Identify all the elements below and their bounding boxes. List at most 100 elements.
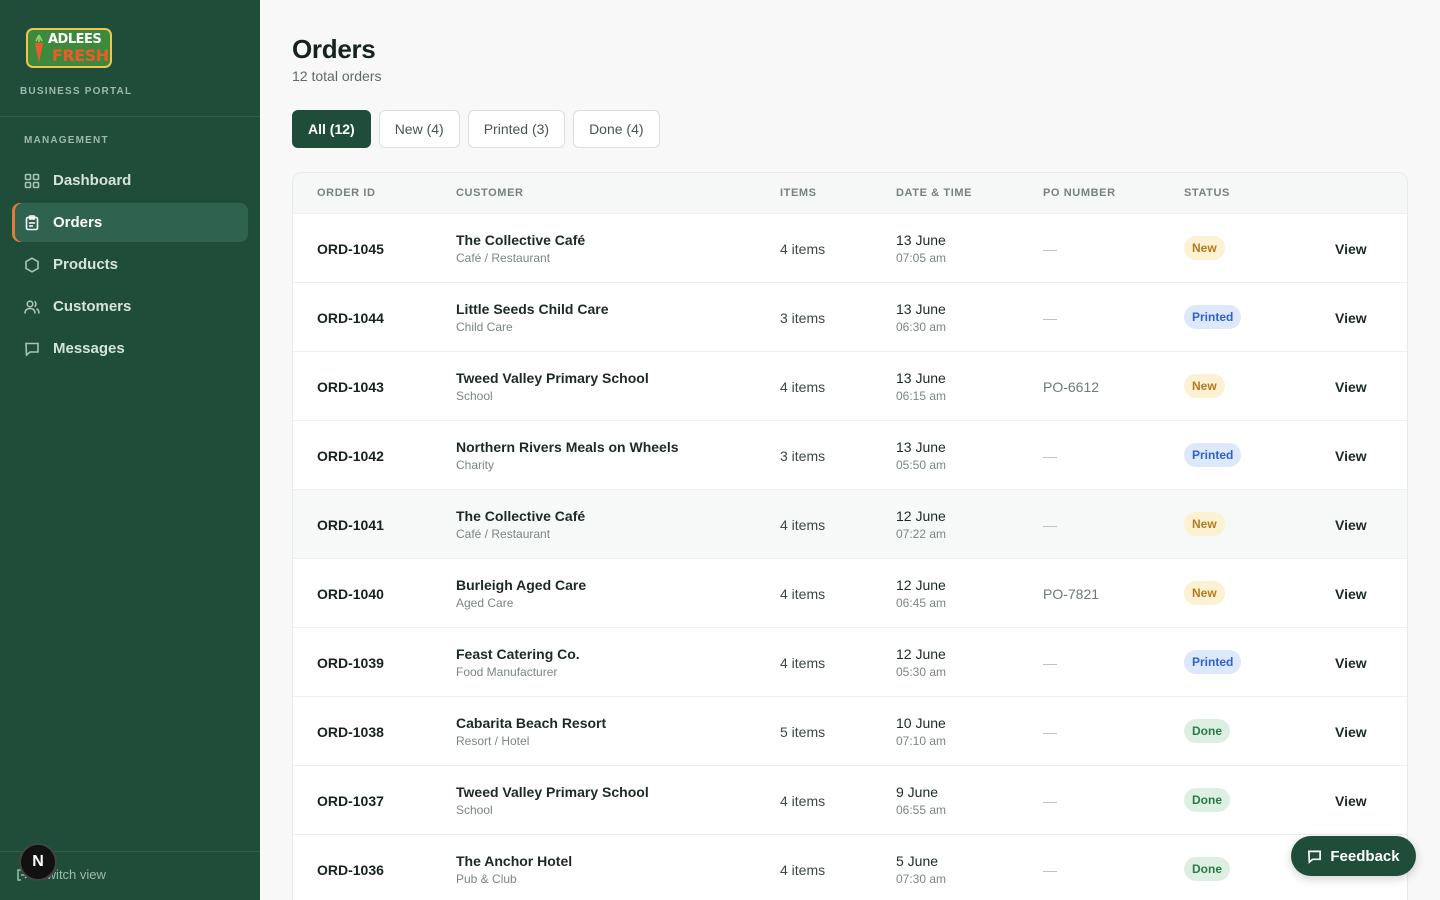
status-badge: Done <box>1184 788 1230 812</box>
table-row[interactable]: ORD-1045 The Collective Café Café / Restau… <box>293 214 1407 283</box>
filter-tab-done[interactable]: Done (4) <box>573 110 660 148</box>
view-order-link[interactable]: View <box>1335 793 1367 809</box>
orders-table: ORDER ID CUSTOMER ITEMS DATE & TIME PO N… <box>292 172 1408 900</box>
po-number: — <box>1043 655 1057 671</box>
order-id: ORD-1038 <box>317 724 384 740</box>
section-label: MANAGEMENT <box>24 135 109 146</box>
order-date: 12 June <box>896 646 946 662</box>
table-header: ORDER ID CUSTOMER ITEMS DATE & TIME PO N… <box>293 173 1407 214</box>
customer-type: Café / Restaurant <box>456 251 551 265</box>
table-row[interactable]: ORD-1036 The Anchor Hotel Pub & Club 4 item… <box>293 835 1407 900</box>
order-id: ORD-1045 <box>317 241 384 257</box>
table-row[interactable]: ORD-1037 Tweed Valley Primary School Schoo… <box>293 766 1407 835</box>
dashboard-icon <box>24 173 40 188</box>
sidebar-nav: Dashboard Orders Products Customers Mess… <box>12 161 248 371</box>
table-row[interactable]: ORD-1039 Feast Catering Co. Food Manufactu… <box>293 628 1407 697</box>
customer-type: Pub & Club <box>456 872 517 886</box>
po-number: — <box>1043 310 1057 326</box>
item-count: 3 items <box>780 448 826 464</box>
item-count: 4 items <box>780 586 826 602</box>
view-order-link[interactable]: View <box>1335 241 1367 257</box>
view-order-link[interactable]: View <box>1335 379 1367 395</box>
order-time: 06:45 am <box>896 596 947 610</box>
item-count: 4 items <box>780 793 826 809</box>
customer-name: The Collective Café <box>456 508 586 524</box>
filter-tab-new[interactable]: New (4) <box>378 110 460 148</box>
filter-tabs: All (12) New (4) Printed (3) Done (4) <box>292 110 668 148</box>
table-row[interactable]: ORD-1038 Cabarita Beach Resort Resort / Ho… <box>293 697 1407 766</box>
customer-name: Northern Rivers Meals on Wheels <box>456 439 679 455</box>
po-number: — <box>1043 862 1057 878</box>
status-badge: New <box>1184 581 1225 605</box>
hexagon-icon <box>25 256 39 273</box>
sidebar-item-messages[interactable]: Messages <box>12 329 248 368</box>
po-number: — <box>1043 517 1057 533</box>
header-date-time: DATE & TIME <box>896 187 973 199</box>
header-items: ITEMS <box>780 187 817 199</box>
logo-text-top: ADLEES <box>48 32 102 47</box>
sidebar-item-orders[interactable]: Orders <box>12 203 248 242</box>
order-date: 13 June <box>896 301 946 317</box>
order-time: 06:15 am <box>896 389 947 403</box>
view-order-link[interactable]: View <box>1335 586 1367 602</box>
customer-type: Child Care <box>456 320 513 334</box>
item-count: 4 items <box>780 517 826 533</box>
feedback-button[interactable]: Feedback <box>1291 836 1416 876</box>
sidebar-item-customers[interactable]: Customers <box>12 287 248 326</box>
message-icon <box>1308 850 1322 864</box>
customer-name: The Collective Café <box>456 232 586 248</box>
order-id: ORD-1037 <box>317 793 384 809</box>
header-po-number: PO NUMBER <box>1043 187 1116 199</box>
order-date: 10 June <box>896 715 946 731</box>
table-row[interactable]: ORD-1042 Northern Rivers Meals on Wheels C… <box>293 421 1407 490</box>
logo-text-bottom: FRESH <box>52 46 109 65</box>
order-id: ORD-1039 <box>317 655 384 671</box>
order-id: ORD-1041 <box>317 517 384 533</box>
order-date: 5 June <box>896 853 939 869</box>
status-badge: Printed <box>1184 443 1242 467</box>
sidebar-item-products[interactable]: Products <box>12 245 248 284</box>
filter-tab-all[interactable]: All (12) <box>292 110 371 148</box>
view-order-link[interactable]: View <box>1335 655 1367 671</box>
filter-tab-printed[interactable]: Printed (3) <box>467 110 566 148</box>
item-count: 4 items <box>780 241 826 257</box>
item-count: 5 items <box>780 724 826 740</box>
view-order-link[interactable]: View <box>1335 310 1367 326</box>
customer-name: Feast Catering Co. <box>456 646 580 662</box>
order-time: 06:30 am <box>896 320 947 334</box>
order-time: 05:50 am <box>896 458 947 472</box>
sidebar-item-label: Products <box>53 256 119 273</box>
item-count: 3 items <box>780 310 826 326</box>
order-id: ORD-1043 <box>317 379 384 395</box>
table-row[interactable]: ORD-1044 Little Seeds Child Care Child Car… <box>293 283 1407 352</box>
order-time: 07:22 am <box>896 527 947 541</box>
po-number: — <box>1043 724 1057 740</box>
po-number: — <box>1043 448 1057 464</box>
table-row[interactable]: ORD-1041 The Collective Café Café / Restau… <box>293 490 1407 559</box>
item-count: 4 items <box>780 655 826 671</box>
header-customer: CUSTOMER <box>456 187 524 199</box>
customer-name: Little Seeds Child Care <box>456 301 609 317</box>
table-row[interactable]: ORD-1043 Tweed Valley Primary School Schoo… <box>293 352 1407 421</box>
customer-type: Café / Restaurant <box>456 527 551 541</box>
status-badge: Printed <box>1184 650 1242 674</box>
table-row[interactable]: ORD-1040 Burleigh Aged Care Aged Care 4 ite… <box>293 559 1407 628</box>
view-order-link[interactable]: View <box>1335 517 1367 533</box>
view-order-link[interactable]: View <box>1335 724 1367 740</box>
po-number: — <box>1043 241 1057 257</box>
view-order-link[interactable]: View <box>1335 448 1367 464</box>
adlees-fresh-logo[interactable]: ADLEES FRESH <box>26 28 112 68</box>
sidebar-divider <box>0 116 260 117</box>
po-number: PO-7821 <box>1043 586 1100 602</box>
order-time: 05:30 am <box>896 665 947 679</box>
users-icon <box>24 299 40 314</box>
order-time: 07:30 am <box>896 872 947 886</box>
status-badge: New <box>1184 512 1225 536</box>
customer-name: Tweed Valley Primary School <box>456 370 649 386</box>
order-time: 07:05 am <box>896 251 947 265</box>
user-avatar[interactable]: N <box>19 843 57 881</box>
item-count: 4 items <box>780 862 826 878</box>
sidebar-item-dashboard[interactable]: Dashboard <box>12 161 248 200</box>
status-badge: Done <box>1184 857 1230 881</box>
order-id: ORD-1044 <box>317 310 384 326</box>
